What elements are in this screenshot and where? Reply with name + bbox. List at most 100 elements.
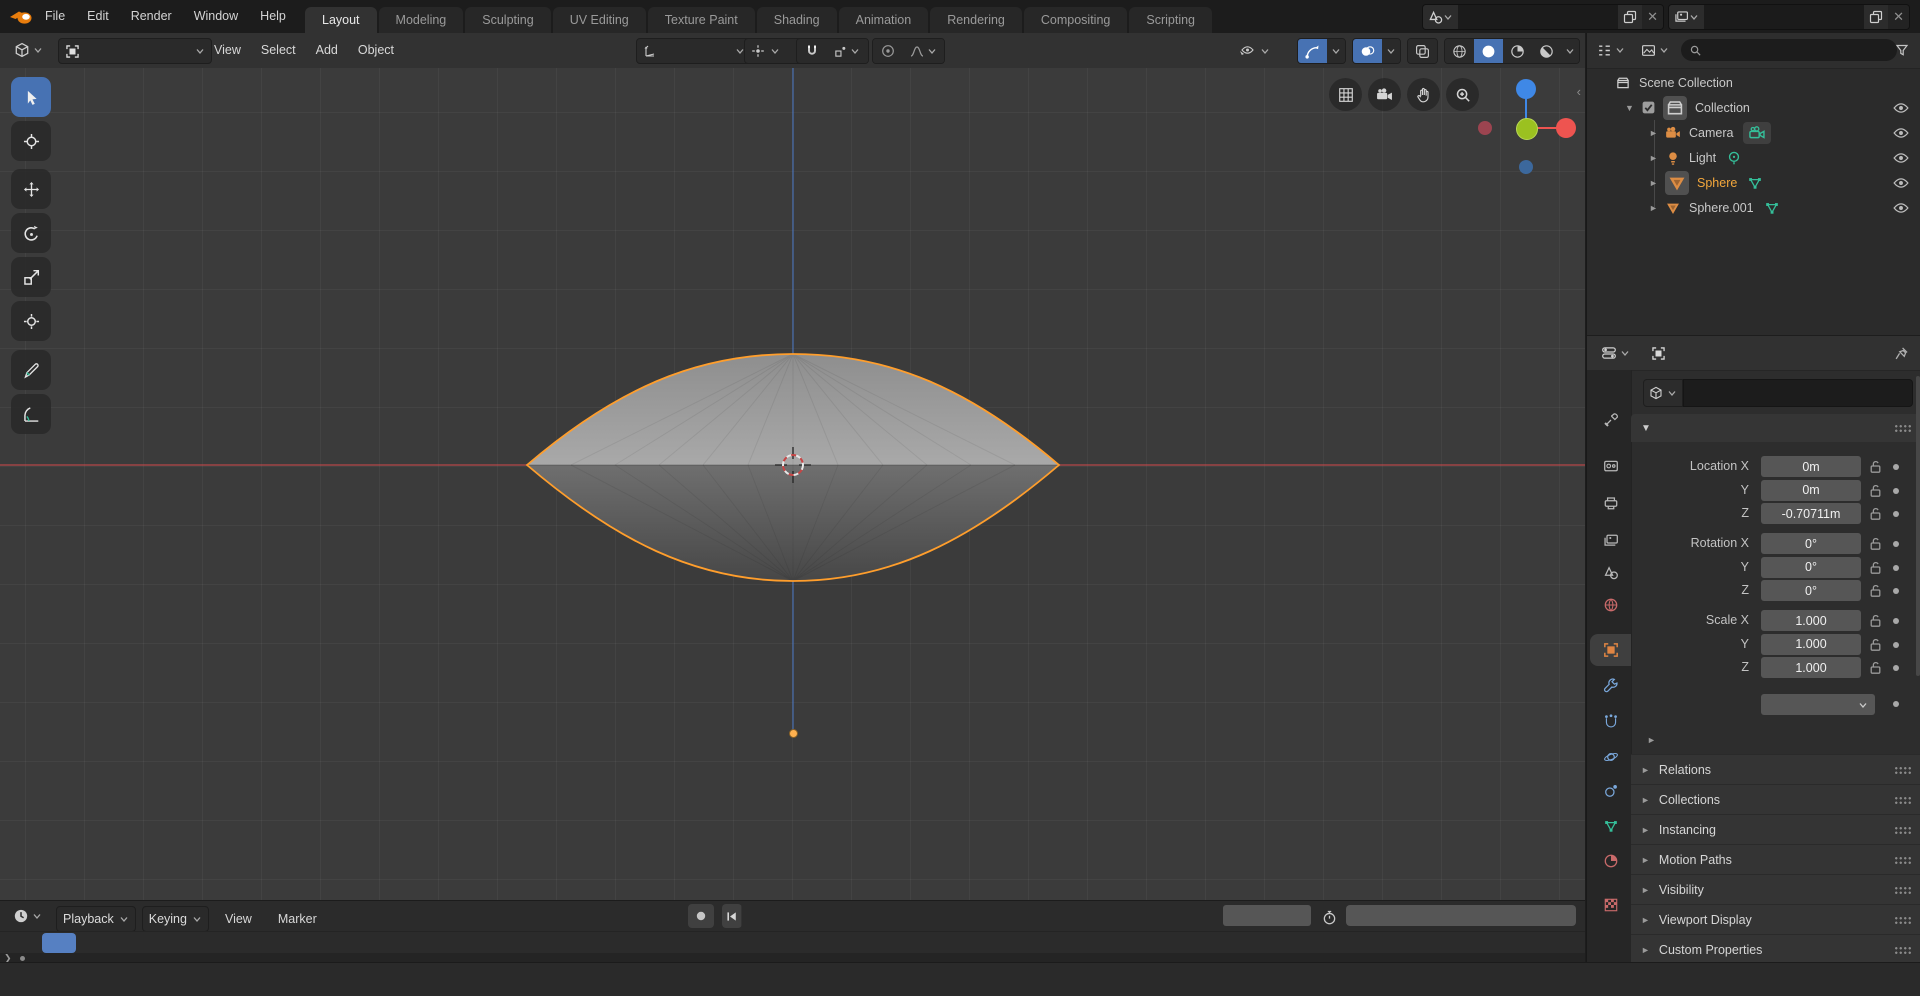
properties-tab-object-data[interactable] <box>1590 810 1631 842</box>
tool-transform[interactable] <box>11 301 51 341</box>
outliner-row-collection[interactable]: ▼Collection <box>1587 95 1920 120</box>
transform-value-field[interactable]: 0m <box>1761 456 1861 477</box>
animate-dot[interactable] <box>1893 511 1899 517</box>
transform-value-field[interactable]: -0.70711m <box>1761 503 1861 524</box>
object-id-browse-button[interactable] <box>1643 379 1683 407</box>
panel-viewport-display[interactable]: ►Viewport Display <box>1631 904 1920 935</box>
transform-value-field[interactable]: 0m <box>1761 480 1861 501</box>
outliner-display-mode-button[interactable] <box>1635 38 1675 62</box>
workspace-tab-texture-paint[interactable]: Texture Paint <box>648 7 755 33</box>
overlays-dropdown[interactable] <box>1382 39 1400 63</box>
viewport-menu-view[interactable]: View <box>204 33 251 68</box>
eye-icon[interactable] <box>1893 175 1909 191</box>
animate-dot[interactable] <box>1893 488 1899 494</box>
outliner-row-scene collection[interactable]: Scene Collection <box>1587 70 1920 95</box>
panel-relations[interactable]: ►Relations <box>1631 754 1920 785</box>
timeline-editor-type-button[interactable] <box>5 904 49 928</box>
lock-open-icon[interactable] <box>1868 660 1883 675</box>
panel-motion-paths[interactable]: ►Motion Paths <box>1631 844 1920 875</box>
properties-tab-texture[interactable] <box>1590 889 1631 921</box>
animate-dot[interactable] <box>1893 565 1899 571</box>
new-view-layer-button[interactable] <box>1864 5 1888 29</box>
topbar-menu-window[interactable]: Window <box>183 0 249 33</box>
shading-material-button[interactable] <box>1503 39 1532 63</box>
region-collapse-chevron[interactable]: ‹ <box>1577 84 1581 99</box>
workspace-tab-modeling[interactable]: Modeling <box>379 7 464 33</box>
panel-drag-dots[interactable] <box>1894 766 1911 775</box>
expander-right-icon[interactable]: ► <box>1647 153 1660 163</box>
use-preview-range-toggle[interactable] <box>1316 905 1342 929</box>
transform-value-field[interactable]: 0° <box>1761 580 1861 601</box>
lock-open-icon[interactable] <box>1868 637 1883 652</box>
panel-drag-dots[interactable] <box>1894 424 1911 433</box>
properties-tab-material[interactable] <box>1590 845 1631 877</box>
panel-drag-dots[interactable] <box>1894 916 1911 925</box>
axis-y-ball[interactable] <box>1516 118 1538 140</box>
camera-view-button[interactable] <box>1368 78 1401 111</box>
panel-drag-dots[interactable] <box>1894 856 1911 865</box>
lock-open-icon[interactable] <box>1868 536 1883 551</box>
expander-right-icon[interactable]: ► <box>1647 178 1660 188</box>
panel-instancing[interactable]: ►Instancing <box>1631 814 1920 845</box>
outliner-row-light[interactable]: ►Light <box>1587 145 1920 170</box>
properties-tab-modifiers[interactable] <box>1590 670 1631 702</box>
playback-record-button[interactable] <box>688 904 714 928</box>
xray-toggle[interactable] <box>1408 39 1437 63</box>
animate-dot[interactable] <box>1893 541 1899 547</box>
viewport-menu-select[interactable]: Select <box>251 33 306 68</box>
animate-dot[interactable] <box>1893 464 1899 470</box>
axis-x-neg-ball[interactable] <box>1478 121 1492 135</box>
panel-custom-properties[interactable]: ►Custom Properties <box>1631 934 1920 965</box>
outliner-editor-type-button[interactable] <box>1591 38 1631 62</box>
properties-tab-view-layer[interactable] <box>1590 525 1631 557</box>
object-visibility-dropdown[interactable] <box>1233 39 1291 63</box>
transform-value-field[interactable]: 1.000 <box>1761 657 1861 678</box>
transform-value-field[interactable]: 0° <box>1761 533 1861 554</box>
workspace-tab-layout[interactable]: Layout <box>305 7 377 33</box>
expander-right-icon[interactable]: ► <box>1647 128 1660 138</box>
shading-solid-button[interactable] <box>1474 39 1503 63</box>
properties-tab-particles[interactable] <box>1590 705 1631 737</box>
lock-open-icon[interactable] <box>1868 506 1883 521</box>
transform-panel-header[interactable]: ▼ <box>1631 414 1920 442</box>
mesh-data-icon[interactable] <box>1747 175 1763 191</box>
lock-open-icon[interactable] <box>1868 483 1883 498</box>
topbar-menu-help[interactable]: Help <box>249 0 297 33</box>
timeline-menu-view[interactable]: View <box>215 904 262 934</box>
panel-collections[interactable]: ►Collections <box>1631 784 1920 815</box>
transform-orientation-dropdown[interactable] <box>636 38 752 64</box>
panel-drag-dots[interactable] <box>1894 826 1911 835</box>
current-frame-field[interactable] <box>1223 905 1311 926</box>
axis-z-neg-ball[interactable] <box>1519 160 1533 174</box>
properties-scrollbar[interactable] <box>1916 376 1920 676</box>
viewport-menu-add[interactable]: Add <box>306 33 348 68</box>
transform-value-field[interactable]: 1.000 <box>1761 610 1861 631</box>
topbar-menu-edit[interactable]: Edit <box>76 0 120 33</box>
tool-scale[interactable] <box>11 257 51 297</box>
tool-annotate[interactable] <box>11 350 51 390</box>
pivot-point-dropdown[interactable] <box>744 38 802 64</box>
tool-move[interactable] <box>11 169 51 209</box>
object-name-input[interactable] <box>1683 379 1913 407</box>
unlink-scene-button[interactable]: ✕ <box>1642 5 1663 29</box>
new-scene-button[interactable] <box>1618 5 1642 29</box>
properties-tab-world[interactable] <box>1590 589 1631 621</box>
properties-tab-tool[interactable] <box>1590 404 1631 436</box>
tool-measure[interactable] <box>11 394 51 434</box>
properties-tab-scene[interactable] <box>1590 557 1631 589</box>
animate-dot[interactable] <box>1893 665 1899 671</box>
light-data-icon[interactable] <box>1726 150 1742 166</box>
animate-dot[interactable] <box>1893 701 1899 707</box>
eye-icon[interactable] <box>1893 100 1909 116</box>
properties-tab-render[interactable] <box>1590 450 1631 482</box>
lock-open-icon[interactable] <box>1868 583 1883 598</box>
animate-dot[interactable] <box>1893 618 1899 624</box>
shading-wireframe-button[interactable] <box>1445 39 1474 63</box>
workspace-tab-compositing[interactable]: Compositing <box>1024 7 1127 33</box>
properties-tab-object[interactable] <box>1590 634 1631 666</box>
rotation-mode-dropdown[interactable] <box>1761 694 1875 715</box>
axis-x-ball[interactable] <box>1556 118 1576 138</box>
blender-logo-icon[interactable] <box>9 7 33 26</box>
axis-z-ball[interactable] <box>1516 79 1536 99</box>
workspace-tab-shading[interactable]: Shading <box>757 7 837 33</box>
